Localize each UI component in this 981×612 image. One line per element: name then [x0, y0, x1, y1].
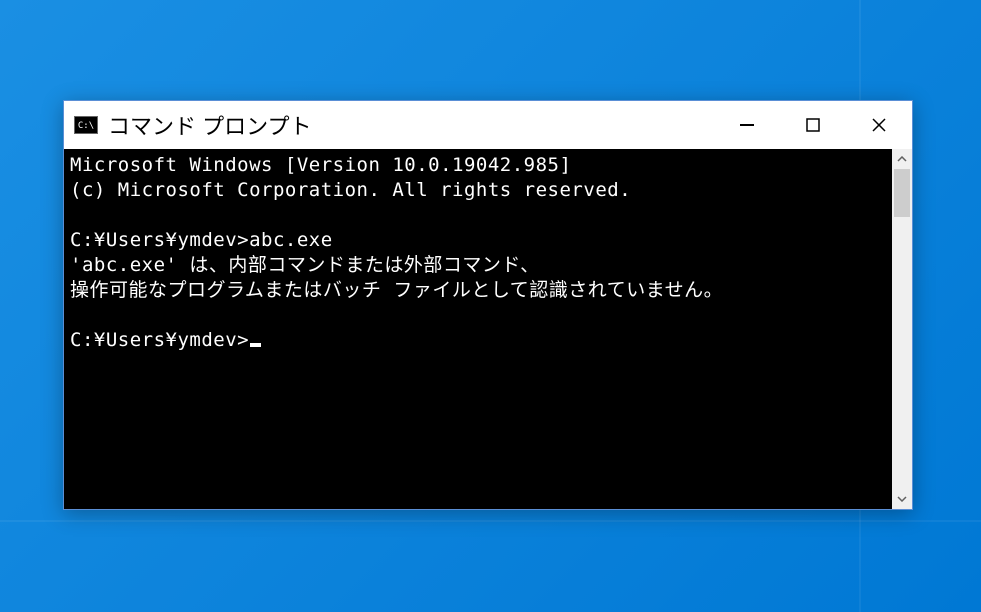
scroll-track[interactable]	[892, 169, 912, 489]
chevron-up-icon	[897, 156, 907, 162]
error-line: 操作可能なプログラムまたはバッチ ファイルとして認識されていません。	[70, 279, 723, 301]
window-controls	[714, 101, 912, 149]
terminal-output[interactable]: Microsoft Windows [Version 10.0.19042.98…	[64, 149, 892, 509]
scroll-up-button[interactable]	[892, 149, 912, 169]
titlebar[interactable]: C:\ コマンド プロンプト	[64, 101, 912, 149]
output-line: Microsoft Windows [Version 10.0.19042.98…	[70, 154, 571, 176]
vertical-scrollbar[interactable]	[892, 149, 912, 509]
prompt-line: C:¥Users¥ymdev>	[70, 329, 249, 351]
app-icon: C:\	[74, 116, 98, 134]
terminal-area: Microsoft Windows [Version 10.0.19042.98…	[64, 149, 912, 509]
maximize-button[interactable]	[780, 101, 846, 149]
minimize-button[interactable]	[714, 101, 780, 149]
prompt-line: C:¥Users¥ymdev>abc.exe	[70, 229, 333, 251]
scroll-thumb[interactable]	[894, 169, 910, 217]
close-icon	[871, 117, 887, 133]
command-prompt-window: C:\ コマンド プロンプト Microsoft Windows [Versio…	[63, 100, 913, 510]
maximize-icon	[806, 118, 820, 132]
scroll-down-button[interactable]	[892, 489, 912, 509]
window-title: コマンド プロンプト	[108, 109, 714, 141]
output-line: (c) Microsoft Corporation. All rights re…	[70, 179, 631, 201]
close-button[interactable]	[846, 101, 912, 149]
cursor	[250, 343, 261, 347]
minimize-icon	[740, 124, 754, 126]
error-line: 'abc.exe' は、内部コマンドまたは外部コマンド、	[70, 254, 540, 276]
chevron-down-icon	[897, 496, 907, 502]
